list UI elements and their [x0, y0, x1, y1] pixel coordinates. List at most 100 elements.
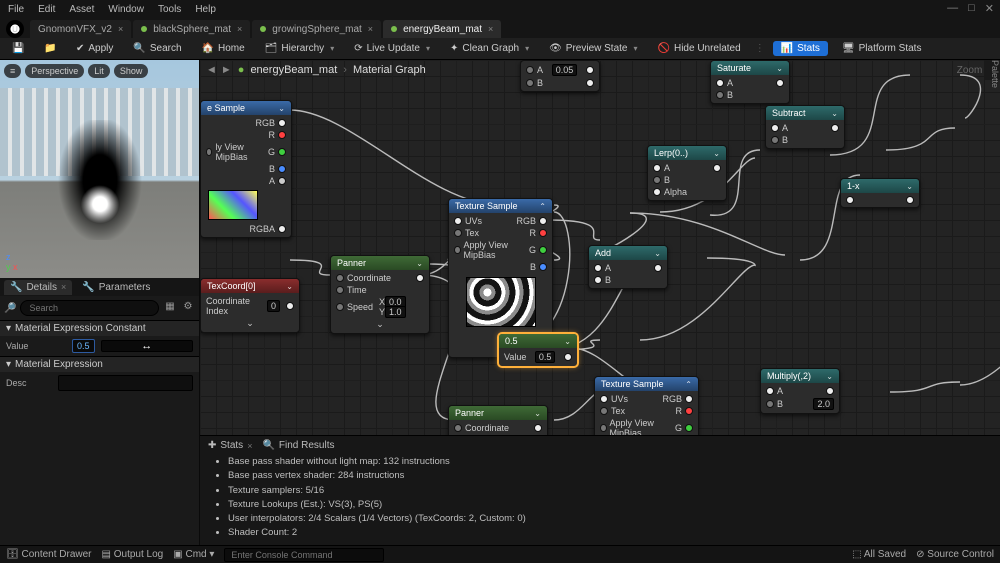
- search-icon: 🔍: [133, 43, 145, 54]
- details-search-input[interactable]: [20, 300, 159, 316]
- apply-button[interactable]: ✔Apply: [70, 41, 119, 56]
- tab-find-results[interactable]: 🔍Find Results: [262, 440, 334, 451]
- stats-line: Shader Count: 2: [228, 526, 992, 540]
- status-bar: 🗄 Content Drawer ▤ Output Log ▣ Cmd ▾ ⬚ …: [0, 545, 1000, 563]
- wrench-icon: 🔧: [82, 282, 94, 293]
- check-icon: ✔: [76, 43, 84, 54]
- menu-window[interactable]: Window: [108, 4, 144, 15]
- preview-viewport[interactable]: ≡ Perspective Lit Show zy x: [0, 60, 199, 278]
- material-icon: ●: [238, 64, 245, 76]
- output-log-button[interactable]: ▤ Output Log: [102, 549, 164, 560]
- search-button[interactable]: 🔍Search: [127, 41, 187, 56]
- close-icon[interactable]: ×: [237, 24, 242, 34]
- node-texture-sample-left[interactable]: e Sample⌄ RGB R ly View MipBiasG B A RGB…: [200, 100, 292, 238]
- menu-bar: File Edit Asset Window Tools Help — □ ✕: [0, 0, 1000, 18]
- menu-tools[interactable]: Tools: [158, 4, 181, 15]
- node-small-top[interactable]: A0.05 B: [520, 60, 600, 92]
- browse-icon: 📁: [44, 43, 56, 55]
- filter-icon[interactable]: ▦: [163, 301, 177, 315]
- node-saturate[interactable]: Saturate⌄ A B: [710, 60, 790, 104]
- close-icon[interactable]: ×: [368, 24, 373, 34]
- save-button[interactable]: 💾: [6, 41, 30, 57]
- window-close[interactable]: ✕: [985, 2, 994, 15]
- node-constant-05[interactable]: 0.5⌄ Value0.5: [498, 333, 578, 367]
- tab-stats[interactable]: ✚Stats×: [208, 440, 252, 451]
- console-input[interactable]: [224, 548, 384, 562]
- hierarchy-icon: 🗂: [265, 43, 278, 54]
- terminal-icon: ▣: [173, 549, 182, 560]
- unreal-logo-icon[interactable]: U: [6, 20, 24, 38]
- chevron-down-icon: ▾: [6, 323, 11, 334]
- tab-gnomonvfx[interactable]: GnomonVFX_v2×: [30, 20, 131, 38]
- desc-field[interactable]: [58, 375, 193, 391]
- nav-fwd[interactable]: ►: [221, 64, 232, 76]
- eye-icon: 👁: [549, 43, 562, 54]
- content-drawer-button[interactable]: 🗄 Content Drawer: [6, 549, 92, 560]
- node-panner-1[interactable]: Panner⌄ Coordinate Time SpeedX0.0 Y1.0 ⌄: [330, 255, 430, 334]
- node-multiply[interactable]: Multiply(,2)⌄ A B2.0: [760, 368, 840, 414]
- wrench-icon: 🔧: [10, 282, 22, 293]
- value-field[interactable]: 0.5: [72, 339, 95, 353]
- menu-asset[interactable]: Asset: [69, 4, 94, 15]
- tab-details[interactable]: 🔧Details×: [4, 280, 72, 295]
- hide-unrelated-button[interactable]: 🚫Hide Unrelated: [652, 41, 747, 56]
- viewport-menu[interactable]: ≡: [4, 64, 21, 78]
- main-toolbar: 💾 📁 ✔Apply 🔍Search 🏠Home 🗂Hierarchy▾ ⟳Li…: [0, 38, 1000, 60]
- window-min[interactable]: —: [947, 2, 958, 15]
- section-material-expression-constant[interactable]: ▾Material Expression Constant: [0, 320, 199, 336]
- node-lerp[interactable]: Lerp(0..)⌄ A B Alpha: [647, 145, 727, 201]
- hierarchy-button[interactable]: 🗂Hierarchy▾: [259, 41, 341, 56]
- close-icon[interactable]: ×: [488, 24, 493, 34]
- stats-button[interactable]: 📊Stats: [773, 41, 828, 56]
- tab-blacksphere[interactable]: blackSphere_mat×: [133, 20, 250, 38]
- log-icon: ▤: [102, 549, 111, 560]
- close-icon[interactable]: ×: [118, 24, 123, 34]
- stats-line: Texture Lookups (Est.): VS(3), PS(5): [228, 498, 992, 512]
- tab-parameters[interactable]: 🔧Parameters: [76, 280, 156, 295]
- settings-icon[interactable]: ⚙: [181, 301, 195, 315]
- refresh-icon: ⟳: [354, 43, 362, 54]
- all-saved-label: ⬚ All Saved: [852, 549, 906, 560]
- home-button[interactable]: 🏠Home: [196, 41, 251, 56]
- window-max[interactable]: □: [968, 2, 975, 15]
- value-slider[interactable]: [101, 340, 193, 352]
- breadcrumb-root[interactable]: energyBeam_mat: [250, 64, 337, 76]
- broom-icon: ✦: [450, 43, 458, 54]
- document-tab-bar: U GnomonVFX_v2× blackSphere_mat× growing…: [0, 18, 1000, 38]
- axis-gizmo: zy x: [6, 252, 18, 272]
- node-texcoord[interactable]: TexCoord[0]⌄ Coordinate Index0⌄: [200, 278, 300, 333]
- breadcrumb-graph[interactable]: Material Graph: [353, 64, 426, 76]
- hide-icon: 🚫: [658, 43, 670, 54]
- material-preview-mesh: [45, 120, 155, 240]
- node-subtract[interactable]: Subtract⌄ A B: [765, 105, 845, 149]
- viewport-perspective[interactable]: Perspective: [25, 64, 84, 78]
- section-material-expression[interactable]: ▾Material Expression: [0, 356, 199, 372]
- menu-edit[interactable]: Edit: [38, 4, 55, 15]
- node-add[interactable]: Add⌄ A B: [588, 245, 668, 289]
- palette-tab[interactable]: Palette: [984, 60, 1000, 80]
- chevron-down-icon: ▾: [330, 44, 334, 53]
- browse-button[interactable]: 📁: [38, 41, 62, 57]
- chevron-down-icon: ▾: [6, 359, 11, 370]
- clean-graph-button[interactable]: ✦Clean Graph▾: [444, 41, 535, 56]
- stats-line: User interpolators: 2/4 Scalars (1/4 Vec…: [228, 512, 992, 526]
- platform-stats-button[interactable]: 🖥Platform Stats: [836, 41, 928, 56]
- node-oneminus[interactable]: 1-x⌄: [840, 178, 920, 208]
- home-icon: 🏠: [202, 43, 214, 54]
- prop-desc: Desc: [0, 372, 199, 394]
- tab-growingsphere[interactable]: growingSphere_mat×: [252, 20, 381, 38]
- viewport-show[interactable]: Show: [114, 64, 149, 78]
- live-update-button[interactable]: ⟳Live Update▾: [348, 41, 436, 56]
- source-control-button[interactable]: ⊘ Source Control: [916, 549, 994, 560]
- menu-help[interactable]: Help: [195, 4, 216, 15]
- viewport-lit[interactable]: Lit: [88, 64, 110, 78]
- tab-energybeam[interactable]: energyBeam_mat×: [383, 20, 501, 38]
- menu-file[interactable]: File: [8, 4, 24, 15]
- cmd-label: ▣ Cmd ▾: [173, 549, 214, 560]
- search-icon: 🔍: [262, 440, 274, 451]
- texture-thumb: [208, 190, 258, 220]
- nav-back[interactable]: ◄: [206, 64, 217, 76]
- preview-state-button[interactable]: 👁Preview State▾: [543, 41, 643, 56]
- platform-icon: 🖥: [842, 43, 855, 54]
- stats-list: Base pass shader without light map: 132 …: [208, 455, 992, 541]
